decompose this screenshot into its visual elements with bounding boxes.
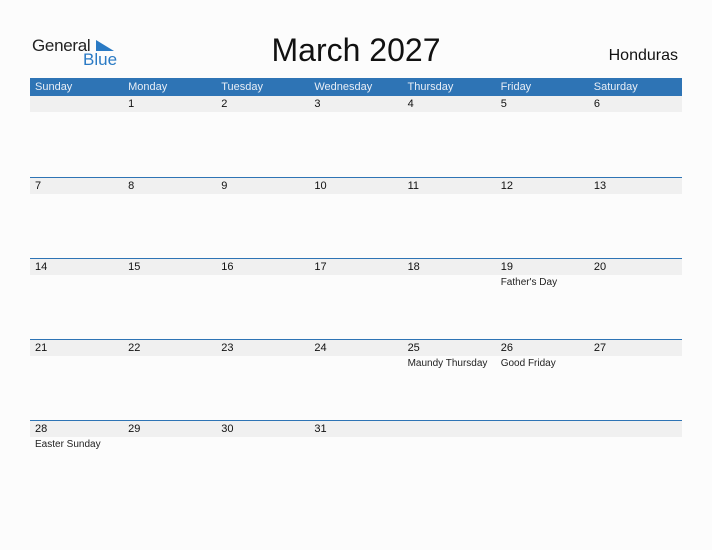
day-number: 4 (407, 98, 414, 110)
calendar-title: March 2027 (271, 32, 441, 68)
day-cell[interactable]: 21 (30, 339, 123, 420)
weekday-thursday: Thursday (407, 81, 454, 93)
day-number: 25 (407, 342, 420, 354)
day-number: 30 (221, 423, 234, 435)
weekday-wednesday: Wednesday (314, 81, 373, 93)
day-cell[interactable]: 31 (309, 420, 402, 501)
day-number: 6 (593, 98, 600, 110)
weekday-tuesday: Tuesday (221, 81, 264, 93)
day-cell[interactable]: 18 (403, 258, 496, 339)
holiday-label: Father's Day (500, 277, 558, 288)
day-number: 28 (35, 423, 48, 435)
day-number: 24 (314, 342, 327, 354)
week-row: 14 15 16 17 18 19 Father's Day 20 (30, 258, 682, 339)
day-cell[interactable]: 24 (309, 339, 402, 420)
day-number: 26 (500, 342, 513, 354)
holiday-label: Maundy Thursday (407, 358, 488, 369)
day-cell[interactable]: 16 (216, 258, 309, 339)
day-cell[interactable]: 5 (496, 96, 589, 177)
day-cell[interactable]: 2 (216, 96, 309, 177)
day-cell[interactable]: 8 (123, 177, 216, 258)
week-row: 7 8 9 10 11 12 13 (30, 177, 682, 258)
day-number: 3 (314, 98, 321, 110)
day-number: 16 (221, 261, 234, 273)
day-number: 7 (35, 180, 42, 192)
day-cell[interactable]: 20 (589, 258, 682, 339)
day-number: 11 (407, 180, 419, 192)
day-number: 22 (128, 342, 141, 354)
day-number: 20 (593, 261, 607, 273)
week-row: 21 22 23 24 25 Maundy Thursday 26 Good Friday 27 (30, 339, 682, 420)
day-cell[interactable]: 6 (589, 96, 682, 177)
day-cell[interactable]: 14 (30, 258, 123, 339)
weekday-sunday: Sunday (35, 81, 73, 93)
day-cell[interactable]: 23 (216, 339, 309, 420)
day-cell[interactable]: 10 (309, 177, 402, 258)
day-number: 31 (314, 423, 327, 435)
holiday-label: Easter Sunday (35, 439, 101, 450)
day-number: 15 (128, 261, 141, 273)
day-cell[interactable]: 3 (309, 96, 402, 177)
day-number: 8 (128, 180, 135, 192)
day-number: 2 (221, 98, 228, 110)
day-number: 17 (314, 261, 327, 273)
day-cell[interactable] (403, 420, 496, 501)
day-cell[interactable]: 1 (123, 96, 216, 177)
day-number: 29 (128, 423, 141, 435)
day-cell[interactable]: 4 (403, 96, 496, 177)
day-number: 18 (407, 261, 420, 273)
day-number: 1 (128, 98, 135, 110)
day-cell[interactable]: 26 Good Friday (496, 339, 589, 420)
day-cell[interactable] (589, 420, 682, 501)
day-cell[interactable]: 11 (403, 177, 496, 258)
day-number: 5 (500, 98, 507, 110)
day-cell[interactable]: 13 (589, 177, 682, 258)
day-cell[interactable]: 17 (309, 258, 402, 339)
day-number: 10 (314, 180, 327, 192)
day-cell[interactable]: 25 Maundy Thursday (403, 339, 496, 420)
week-row: 28 Easter Sunday 29 30 31 (30, 420, 682, 501)
week-row: 1 2 3 4 5 6 (30, 96, 682, 177)
country-label: Honduras (608, 47, 678, 64)
day-number: 21 (35, 342, 48, 354)
day-cell[interactable]: 27 (589, 339, 682, 420)
day-number: 13 (593, 180, 607, 192)
day-number: 14 (35, 261, 48, 273)
day-cell[interactable]: 30 (216, 420, 309, 501)
day-cell[interactable]: 22 (123, 339, 216, 420)
day-cell[interactable]: 28 Easter Sunday (30, 420, 123, 501)
holiday-label: Good Friday (500, 358, 556, 369)
weekday-header: Sunday Monday Tuesday Wednesday Thursday… (30, 78, 682, 96)
day-cell[interactable]: 9 (216, 177, 309, 258)
weekday-monday: Monday (128, 81, 168, 93)
day-cell[interactable]: 15 (123, 258, 216, 339)
day-cell[interactable]: 29 (123, 420, 216, 501)
weekday-saturday: Saturday (593, 81, 638, 93)
day-cell[interactable]: 7 (30, 177, 123, 258)
day-number: 27 (593, 342, 607, 354)
day-number: 9 (221, 180, 228, 192)
day-cell[interactable] (496, 420, 589, 501)
weekday-friday: Friday (500, 81, 532, 93)
day-number: 12 (500, 180, 513, 192)
day-number: 19 (500, 261, 513, 273)
day-cell[interactable] (30, 96, 123, 177)
day-number: 23 (221, 342, 234, 354)
day-cell[interactable]: 12 (496, 177, 589, 258)
day-cell[interactable]: 19 Father's Day (496, 258, 589, 339)
